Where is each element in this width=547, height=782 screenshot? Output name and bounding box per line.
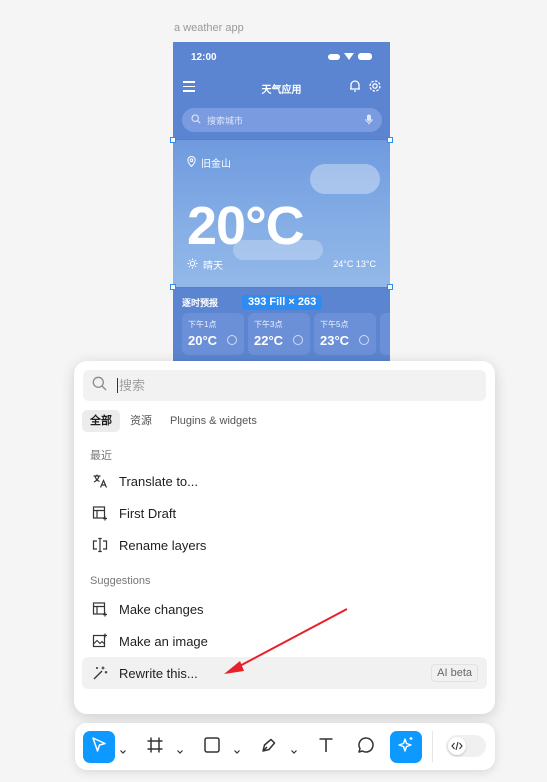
hourly-card[interactable]: 下午3点 22°C [248, 313, 310, 355]
move-tool-button[interactable] [83, 731, 115, 763]
menu-item-label: First Draft [119, 505, 177, 521]
chevron-down-icon[interactable] [176, 743, 184, 754]
location-name: 旧金山 [201, 159, 231, 170]
temperature-range: 24°C 13°C [333, 259, 376, 269]
hour-label: 下午5点 [320, 320, 349, 329]
dev-mode-toggle[interactable] [446, 735, 486, 757]
annotation-arrow [224, 608, 348, 674]
search-icon [92, 376, 107, 396]
menu-item-label: Rewrite this... [119, 665, 198, 681]
menu-item-label: Make an image [119, 633, 208, 649]
image-plus-icon [91, 632, 109, 650]
hourly-card[interactable]: 下午5点 23°C [314, 313, 376, 355]
frame-icon [146, 736, 164, 759]
city-search-placeholder: 搜索城市 [207, 115, 244, 126]
wifi-icon [344, 53, 354, 60]
signal-icon [328, 53, 340, 60]
toolbar-divider [432, 731, 433, 762]
rectangle-icon [203, 736, 221, 759]
sun-icon [359, 335, 369, 345]
pen-icon [260, 736, 278, 759]
status-bar: 12:00 [173, 42, 390, 72]
status-time: 12:00 [191, 52, 217, 63]
menu-item-label: Make changes [119, 601, 204, 617]
location: 旧金山 [187, 155, 231, 170]
city-search-input[interactable]: 搜索城市 [182, 108, 382, 132]
microphone-icon[interactable] [365, 114, 373, 127]
sun-icon [293, 335, 303, 345]
sun-icon [187, 258, 198, 272]
ai-sparkle-icon [397, 736, 415, 759]
frame-tool-button[interactable] [139, 731, 171, 763]
current-weather-card[interactable]: 旧金山 20°C 晴天 24°C 13°C [173, 139, 390, 288]
search-icon [191, 114, 201, 126]
text-tool-button[interactable] [310, 731, 342, 763]
menu-item-first-draft[interactable]: First Draft [82, 497, 487, 529]
gear-icon[interactable] [368, 79, 382, 98]
selection-handle[interactable] [170, 137, 176, 143]
rectangle-tool-button[interactable] [196, 731, 228, 763]
selection-handle[interactable] [387, 137, 393, 143]
text-icon [317, 736, 335, 759]
move-icon [90, 736, 108, 759]
chevron-down-icon[interactable] [233, 743, 241, 754]
ai-tool-button[interactable] [390, 731, 422, 763]
weather-condition: 晴天 [187, 257, 223, 272]
suggestions-section-label: Suggestions [90, 575, 151, 587]
selection-size-badge: 393 Fill × 263 [242, 295, 323, 310]
sun-icon [227, 335, 237, 345]
bottom-toolbar [75, 723, 495, 770]
pen-tool-button[interactable] [253, 731, 285, 763]
text-cursor [117, 378, 118, 393]
selection-handle[interactable] [170, 284, 176, 290]
chevron-down-icon[interactable] [119, 743, 127, 754]
tab-plugins-widgets[interactable]: Plugins & widgets [162, 410, 265, 432]
status-icons [328, 53, 372, 60]
translate-icon [91, 472, 109, 490]
bell-icon[interactable] [348, 79, 362, 98]
menu-item-label: Rename layers [119, 537, 207, 553]
comment-tool-button[interactable] [350, 731, 382, 763]
cloud-decoration [310, 164, 380, 194]
selection-handle[interactable] [387, 284, 393, 290]
app-bar: 天气应用 [173, 72, 390, 104]
current-temperature: 20°C [187, 196, 305, 256]
tab-assets[interactable]: 资源 [122, 410, 160, 432]
rename-layers-icon [91, 536, 109, 554]
make-changes-icon [91, 600, 109, 618]
location-pin-icon [187, 155, 196, 170]
chevron-down-icon[interactable] [290, 743, 298, 754]
battery-icon [358, 53, 372, 60]
hourly-forecast-title: 逐时预报 [182, 298, 219, 308]
popup-tabs: 全部 资源 Plugins & widgets [82, 410, 265, 432]
hour-label: 下午1点 [188, 320, 217, 329]
condition-text: 晴天 [203, 261, 223, 272]
menu-item-translate[interactable]: Translate to... [82, 465, 487, 497]
recent-section-label: 最近 [90, 450, 112, 462]
hourly-card[interactable]: 下午1点 20°C [182, 313, 244, 355]
frame-label[interactable]: a weather app [174, 22, 244, 34]
hour-label: 下午3点 [254, 320, 283, 329]
menu-item-rename-layers[interactable]: Rename layers [82, 529, 487, 561]
hourly-card-partial[interactable] [380, 313, 390, 355]
actions-search-input[interactable] [119, 378, 469, 393]
dev-mode-icon [448, 737, 466, 755]
comment-icon [357, 736, 375, 759]
actions-search-field[interactable] [83, 370, 486, 401]
tab-all[interactable]: 全部 [82, 410, 120, 432]
first-draft-icon [91, 504, 109, 522]
weather-app-frame[interactable]: 12:00 天气应用 搜索城市 旧金山 20°C 晴天 24°C 13°C 逐时… [173, 42, 390, 372]
ai-beta-badge: AI beta [431, 664, 478, 682]
menu-item-label: Translate to... [119, 473, 198, 489]
magic-wand-icon [91, 664, 109, 682]
